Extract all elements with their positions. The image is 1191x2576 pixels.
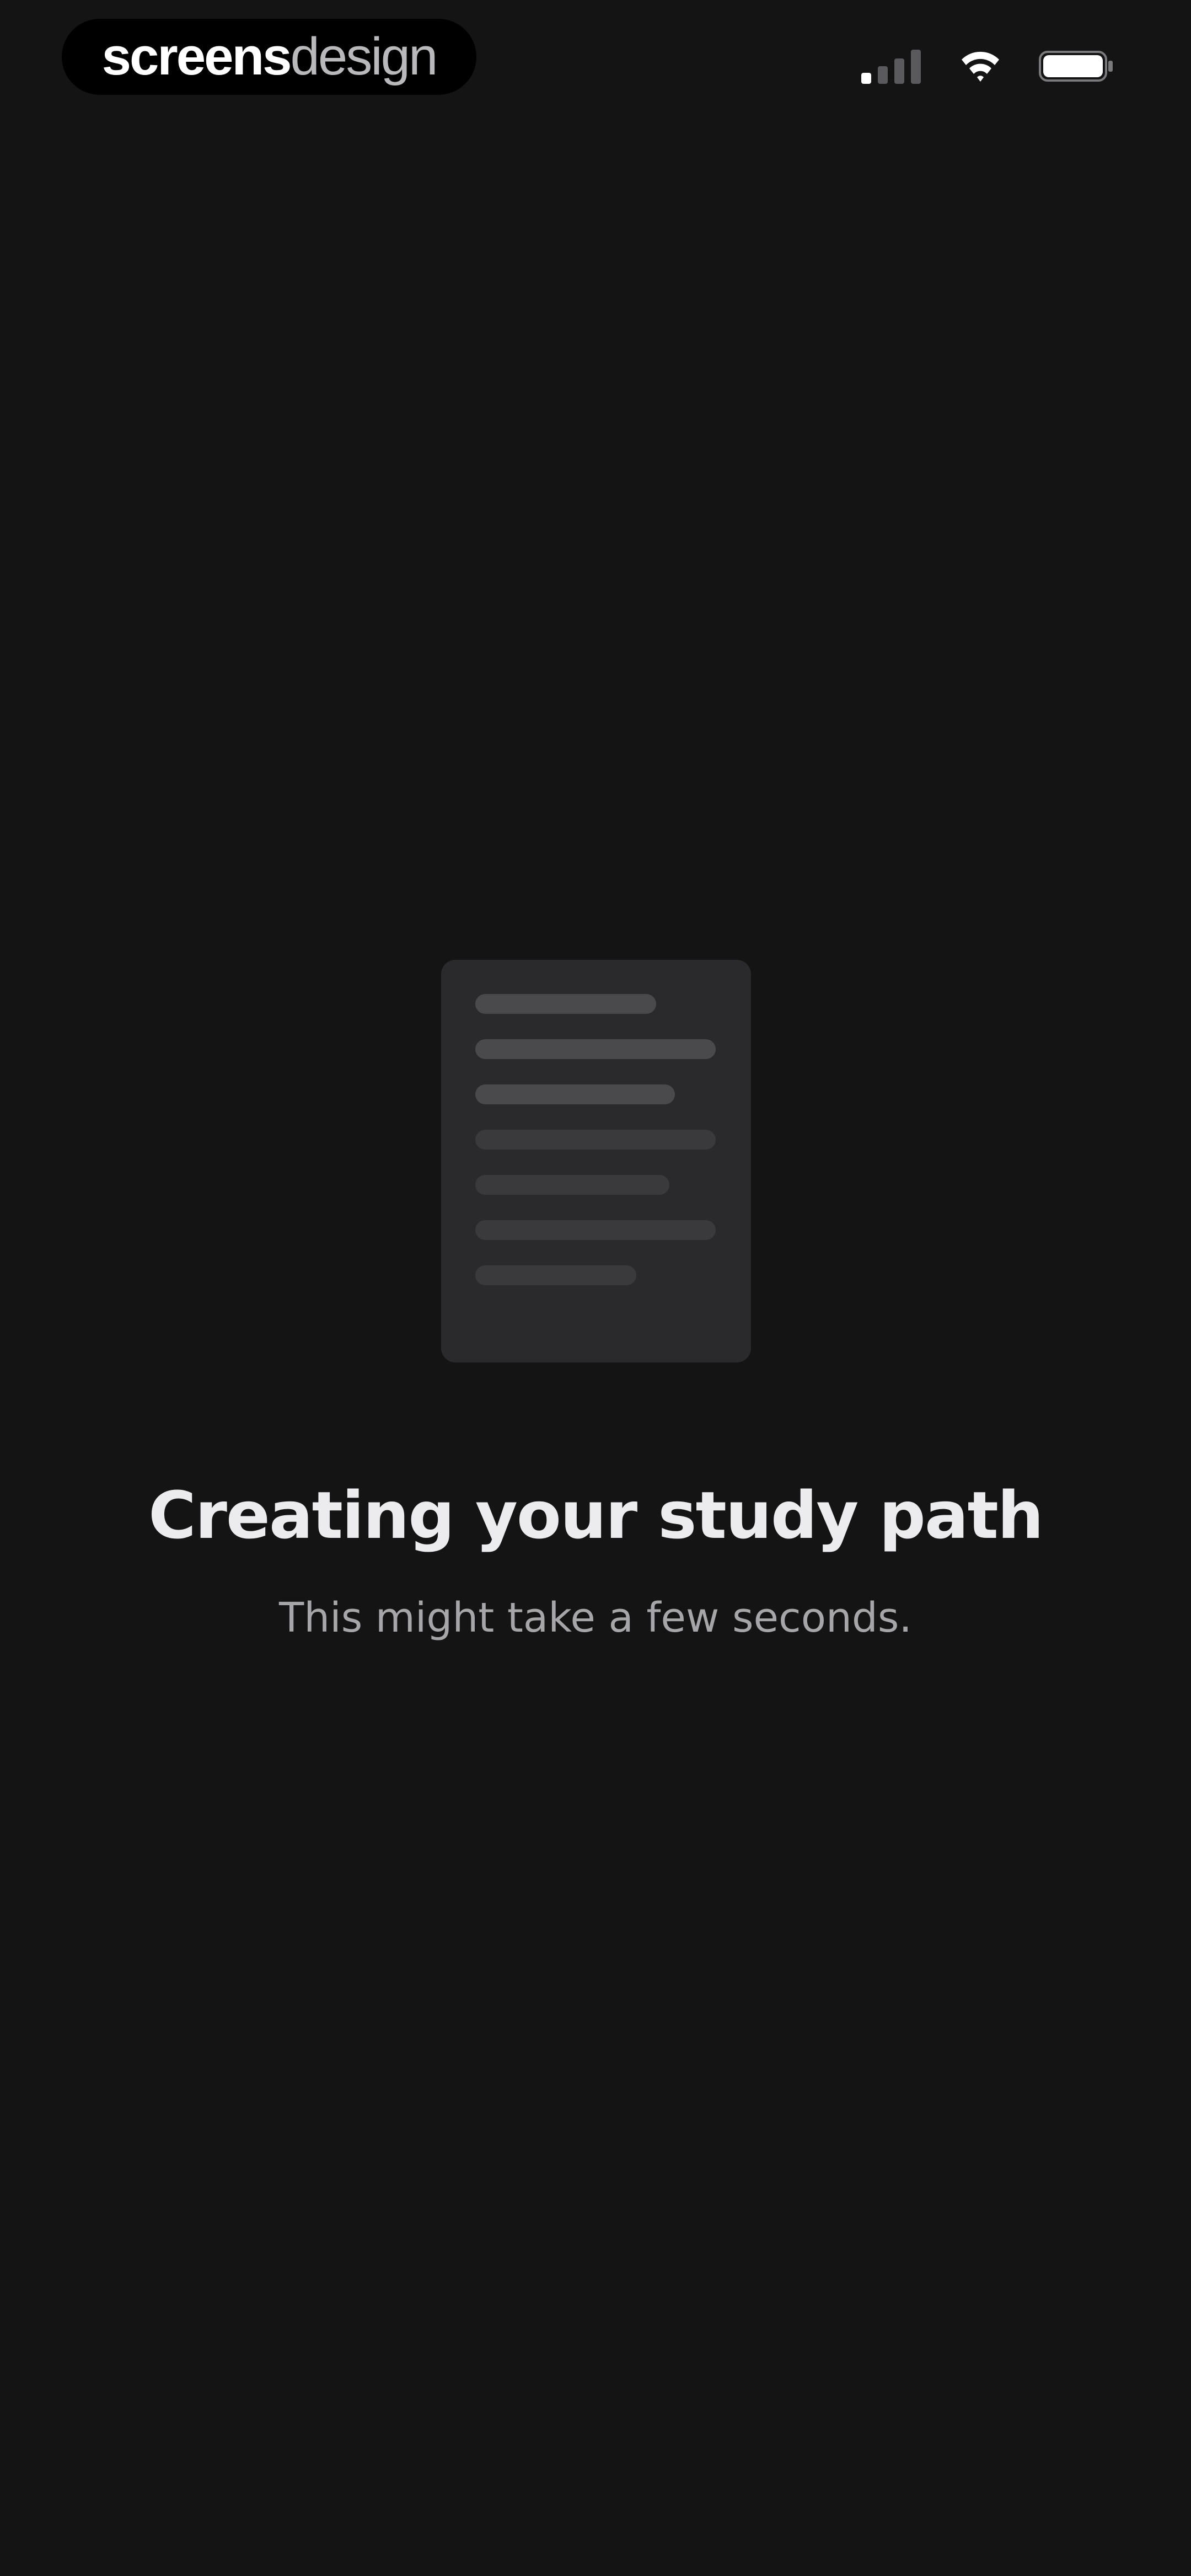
document-line	[475, 1039, 716, 1059]
brand-wordmark: screensdesign	[101, 27, 438, 86]
document-line	[475, 1265, 636, 1285]
brand-wordmark-light: design	[290, 27, 438, 86]
signal-icon	[861, 49, 922, 84]
brand-logo: screensdesign	[62, 19, 476, 95]
document-line	[475, 1175, 669, 1195]
brand-wordmark-bold: screens	[101, 27, 292, 86]
page-title: Creating your study path	[148, 1477, 1044, 1553]
document-line	[475, 1084, 675, 1104]
status-bar: screensdesign	[0, 0, 1191, 110]
document-line	[475, 994, 656, 1014]
battery-icon	[1039, 50, 1114, 83]
document-icon	[441, 960, 751, 1362]
status-icons	[861, 49, 1114, 84]
document-line	[475, 1220, 716, 1240]
wifi-icon	[961, 50, 1000, 83]
document-line	[475, 1130, 716, 1150]
page-subtitle: This might take a few seconds.	[279, 1594, 912, 1642]
